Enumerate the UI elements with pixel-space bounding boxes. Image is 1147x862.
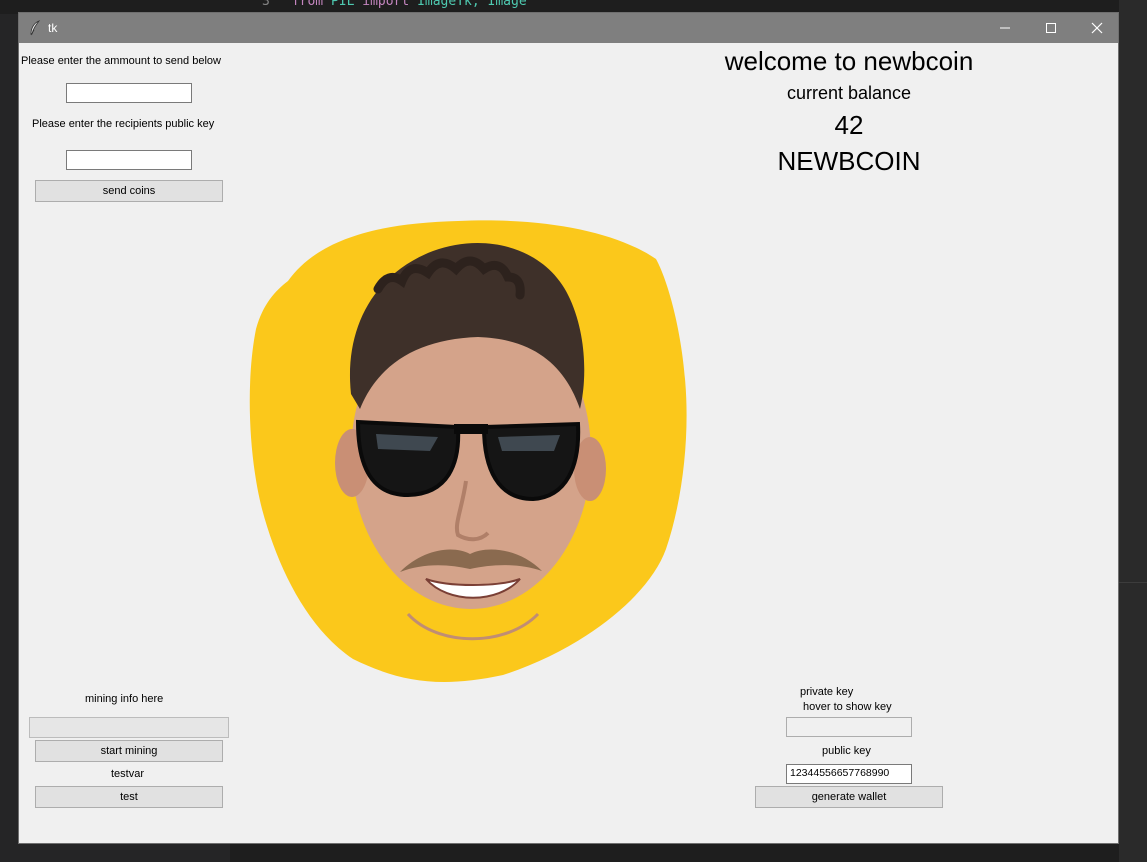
window-content: Please enter the ammount to send below P… [19,43,1118,843]
recipient-label: Please enter the recipients public key [32,118,215,130]
mining-progress-bar [29,717,229,738]
maximize-icon [1046,23,1056,33]
amount-label: Please enter the ammount to send below [21,55,221,67]
test-button[interactable]: test [35,786,223,808]
send-coins-button[interactable]: send coins [35,180,223,202]
amount-input[interactable] [66,83,192,103]
currency-label: NEWBCOIN [777,146,921,176]
window-title: tk [48,21,58,35]
public-key-field[interactable]: 12344556657768990 [786,764,912,784]
code-module: PIL [330,0,355,9]
start-mining-button[interactable]: start mining [35,740,223,762]
lens-reflection-right [498,435,560,451]
panel-divider [1119,582,1147,583]
title-bar[interactable]: tk [19,13,1118,43]
maximize-button[interactable] [1028,13,1074,43]
editor-right-panel [1119,0,1147,862]
app-window: tk Please enter the ammount to send belo… [18,12,1119,844]
feather-icon [30,20,41,36]
balance-label: current balance [786,83,912,103]
profile-photo [249,220,687,682]
code-keyword-from: from [291,0,324,9]
recipient-key-input[interactable] [66,150,192,170]
minimize-icon [1000,27,1010,29]
generate-wallet-button[interactable]: generate wallet [755,786,943,808]
welcome-heading: welcome to newbcoin [724,46,974,76]
close-icon [1091,22,1103,34]
line-number: 3 [262,0,270,9]
sunglasses-bridge [454,424,488,434]
balance-value: 42 [834,110,864,140]
public-key-label: public key [822,745,871,757]
hover-hint-label: hover to show key [803,701,892,713]
private-key-field[interactable]: 1345 [786,717,912,737]
close-button[interactable] [1074,13,1120,43]
testvar-label: testvar [111,768,145,780]
minimize-button[interactable] [982,13,1028,43]
code-names: ImageTk, Image [417,0,527,9]
mining-info-label: mining info here [85,693,164,705]
code-keyword-import: import [362,0,410,9]
private-key-label: private key [800,686,854,698]
code-line: 3 from PIL import ImageTk, Image [262,0,527,9]
